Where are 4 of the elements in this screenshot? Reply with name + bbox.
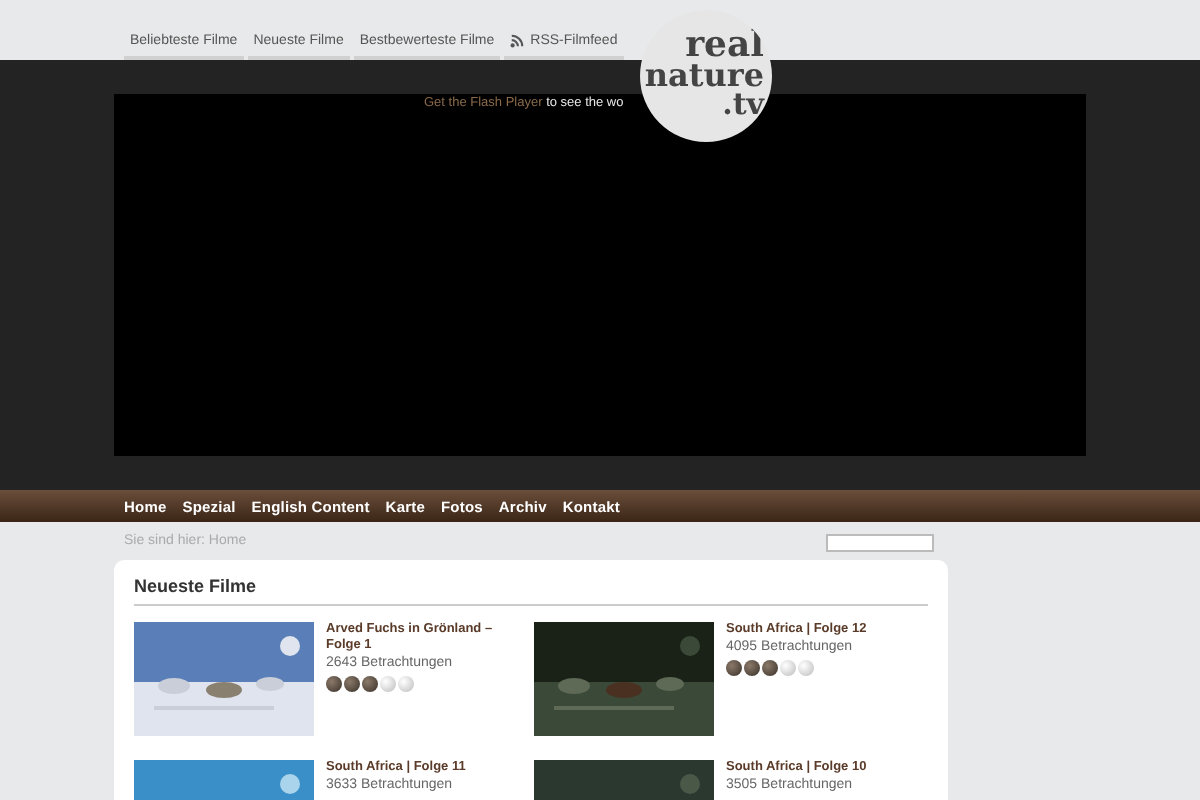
section-title: Neueste Filme xyxy=(134,576,928,606)
logo[interactable]: real nature .tv xyxy=(640,10,772,142)
rss-icon xyxy=(510,34,525,49)
search-field[interactable] xyxy=(826,534,934,552)
